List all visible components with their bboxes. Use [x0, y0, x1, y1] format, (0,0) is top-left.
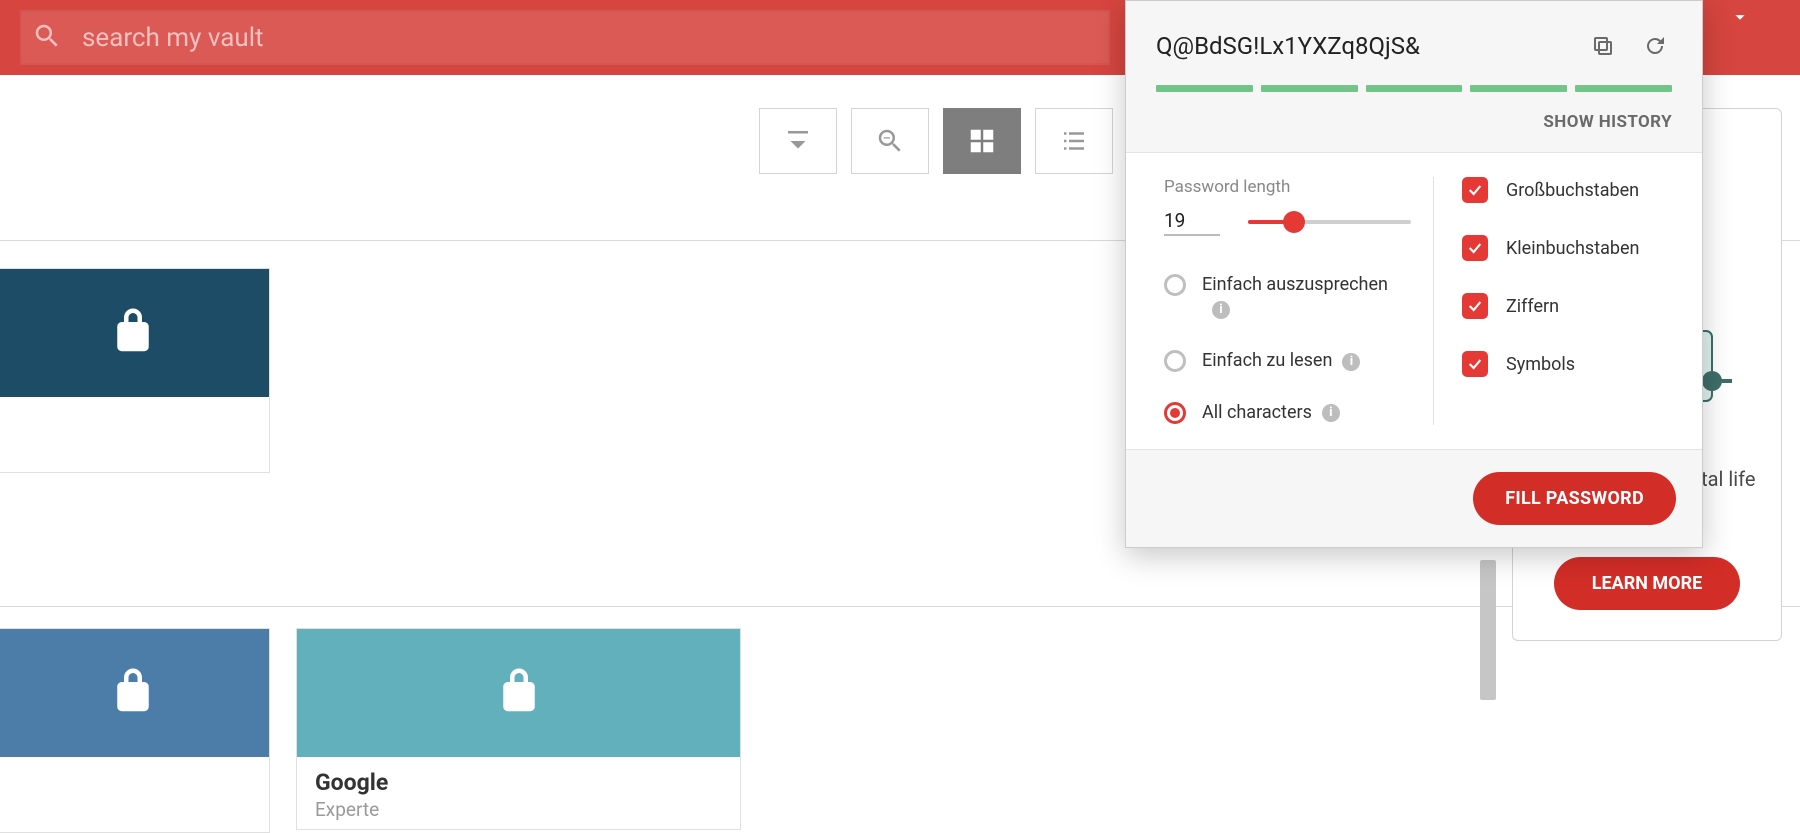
checkbox-lowercase[interactable]: Kleinbuchstaben [1462, 235, 1664, 261]
vault-card[interactable]: Google Experte [296, 628, 741, 830]
generated-password: Q@BdSG!Lx1YXZq8QjS& [1156, 32, 1568, 60]
radio-label-text: Einfach zu lesen [1202, 350, 1332, 371]
card-header [297, 629, 740, 757]
card-header [0, 269, 269, 397]
password-length-slider[interactable] [1248, 211, 1411, 233]
card-header [0, 629, 269, 757]
collapse-button[interactable] [759, 108, 837, 174]
radio-indicator[interactable] [1164, 274, 1186, 296]
checkbox-indicator[interactable] [1462, 293, 1488, 319]
checkbox-label: Symbols [1506, 354, 1575, 375]
grid-view-button[interactable] [943, 108, 1021, 174]
regenerate-password-button[interactable] [1638, 29, 1672, 63]
radio-label-text: All characters [1202, 402, 1312, 423]
checkbox-label: Großbuchstaben [1506, 180, 1639, 201]
fill-password-button[interactable]: FILL PASSWORD [1473, 472, 1676, 525]
checkbox-label: Kleinbuchstaben [1506, 238, 1639, 259]
scrollbar-thumb[interactable] [1480, 560, 1496, 700]
show-history-link[interactable]: SHOW HISTORY [1543, 112, 1672, 132]
checkbox-indicator[interactable] [1462, 235, 1488, 261]
checkbox-symbols[interactable]: Symbols [1462, 351, 1664, 377]
password-length-input[interactable] [1164, 207, 1220, 236]
copy-password-button[interactable] [1586, 29, 1620, 63]
info-icon[interactable]: i [1342, 353, 1360, 371]
password-strength-meter [1156, 85, 1672, 92]
radio-label-text: Einfach auszusprechen [1202, 274, 1388, 295]
checkbox-indicator[interactable] [1462, 351, 1488, 377]
info-icon[interactable]: i [1322, 404, 1340, 422]
zoom-out-button[interactable] [851, 108, 929, 174]
radio-easy-to-say[interactable]: Einfach auszusprechen i [1164, 272, 1411, 322]
password-generator-popup: Q@BdSG!Lx1YXZq8QjS& SHOW HISTORY Passwor… [1125, 0, 1703, 548]
vault-card[interactable] [0, 268, 270, 473]
search-icon [32, 21, 62, 55]
search-input[interactable] [82, 23, 1098, 53]
checkbox-uppercase[interactable]: Großbuchstaben [1462, 177, 1664, 203]
radio-indicator[interactable] [1164, 402, 1186, 424]
checkbox-digits[interactable]: Ziffern [1462, 293, 1664, 319]
checkbox-indicator[interactable] [1462, 177, 1488, 203]
learn-more-button[interactable]: LEARN MORE [1554, 557, 1741, 610]
card-subtitle: Experte [315, 798, 722, 821]
checkbox-label: Ziffern [1506, 296, 1559, 317]
account-menu-caret[interactable] [1710, 0, 1770, 75]
search-box[interactable] [20, 10, 1110, 65]
radio-indicator[interactable] [1164, 350, 1186, 372]
list-view-button[interactable] [1035, 108, 1113, 174]
slider-thumb[interactable] [1283, 211, 1305, 233]
password-length-label: Password length [1164, 177, 1411, 197]
info-icon[interactable]: i [1212, 301, 1230, 319]
radio-all-characters[interactable]: All characters i [1164, 400, 1411, 425]
lock-icon [492, 664, 546, 722]
vault-card[interactable] [0, 628, 270, 833]
radio-easy-to-read[interactable]: Einfach zu lesen i [1164, 348, 1411, 373]
lock-icon [106, 664, 160, 722]
card-title: Google [315, 769, 722, 796]
lock-icon [106, 304, 160, 362]
